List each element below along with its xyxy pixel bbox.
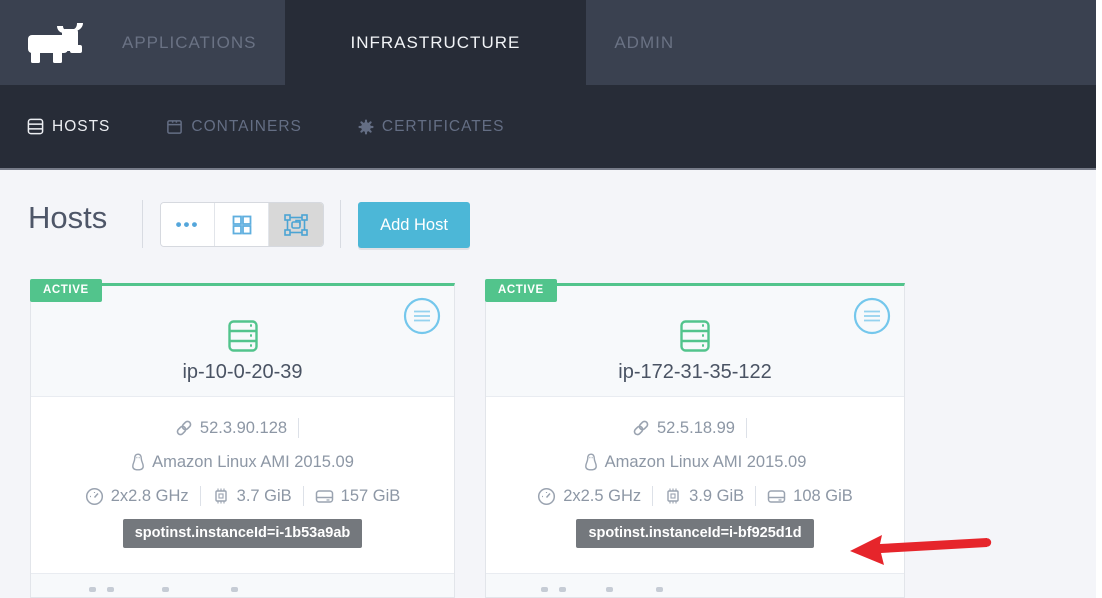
host-disk: 157 GiB [341,487,401,506]
host-card-footer [31,573,454,597]
host-cpu: 2x2.5 GHz [563,487,641,506]
row-separator [746,418,747,438]
cpu-gauge-icon [85,487,104,506]
status-badge: ACTIVE [485,279,557,302]
main-tabs: APPLICATIONS INFRASTRUCTURE ADMIN [94,0,702,85]
host-menu-button[interactable] [853,297,891,340]
containers-box-icon [166,118,183,135]
host-card-header: ip-10-0-20-39 [31,286,454,397]
clipped-text-fragment [231,587,238,592]
host-menu-button[interactable] [403,297,441,340]
disk-icon [315,488,334,505]
link-icon [632,419,650,437]
subnav-label: CONTAINERS [191,118,301,136]
host-card-details: 52.5.18.99 Amazon Linux AMI 2015.09 [486,397,904,548]
rancher-app: APPLICATIONS INFRASTRUCTURE ADMIN HOSTS [0,0,1096,598]
host-name[interactable]: ip-10-0-20-39 [31,361,454,384]
linux-icon [584,453,598,471]
clipped-text-fragment [541,587,548,592]
host-label-tag: spotinst.instanceId=i-bf925d1d [576,519,813,548]
host-name[interactable]: ip-172-31-35-122 [486,361,904,384]
host-label-row: spotinst.instanceId=i-bf925d1d [486,519,904,548]
host-os-row: Amazon Linux AMI 2015.09 [486,445,904,479]
memory-chip-icon [664,487,682,505]
tab-applications[interactable]: APPLICATIONS [94,0,285,85]
tab-admin[interactable]: ADMIN [586,0,702,85]
row-separator [200,486,201,506]
linux-icon [131,453,145,471]
host-ip: 52.3.90.128 [200,419,287,438]
row-separator [652,486,653,506]
host-specs-row: 2x2.8 GHz 3.7 GiB [31,479,454,513]
row-separator [755,486,756,506]
host-disk: 108 GiB [793,487,853,506]
subnav-item-certificates[interactable]: CERTIFICATES [358,118,505,136]
host-card-header: ip-172-31-35-122 [486,286,904,397]
subnav-item-containers[interactable]: CONTAINERS [166,118,301,136]
red-annotation-arrow-icon [846,527,996,572]
list-view-button[interactable]: ••• [161,203,215,246]
cpu-gauge-icon [537,487,556,506]
grid-view-icon [231,214,253,236]
clipped-text-fragment [656,587,663,592]
infrastructure-subnav: HOSTS CONTAINERS [0,85,1096,170]
host-os: Amazon Linux AMI 2015.09 [605,453,807,472]
host-specs-row: 2x2.5 GHz 3.9 GiB [486,479,904,513]
certificates-seal-icon [358,119,374,135]
host-server-icon [680,320,710,352]
host-card-footer [486,573,904,597]
host-card[interactable]: ACTIVE ip-172-31-35-122 [485,283,905,598]
list-view-dots-icon: ••• [176,220,200,230]
add-host-button[interactable]: Add Host [358,202,470,248]
subnav-label: HOSTS [52,118,110,136]
host-ip-row: 52.3.90.128 [31,411,454,445]
host-server-icon [228,320,258,352]
host-card-details: 52.3.90.128 Amazon Linux AMI 2015.09 [31,397,454,548]
clipped-text-fragment [89,587,96,592]
toolbar-divider [340,200,341,248]
rancher-logo-icon[interactable] [26,21,92,65]
host-label-row: spotinst.instanceId=i-1b53a9ab [31,519,454,548]
clipped-text-fragment [559,587,566,592]
machine-view-button[interactable] [269,203,323,246]
host-os: Amazon Linux AMI 2015.09 [152,453,354,472]
clipped-text-fragment [107,587,114,592]
host-ip: 52.5.18.99 [657,419,735,438]
host-ip-row: 52.5.18.99 [486,411,904,445]
host-memory: 3.9 GiB [689,487,744,506]
host-os-row: Amazon Linux AMI 2015.09 [31,445,454,479]
clipped-text-fragment [606,587,613,592]
row-separator [303,486,304,506]
hosts-server-icon [27,118,44,135]
tab-infrastructure[interactable]: INFRASTRUCTURE [285,0,587,85]
clipped-text-fragment [162,587,169,592]
grid-view-button[interactable] [215,203,269,246]
toolbar-divider [142,200,143,248]
disk-icon [767,488,786,505]
page-title: Hosts [28,200,107,236]
status-badge: ACTIVE [30,279,102,302]
link-icon [175,419,193,437]
view-toggle-group: ••• [160,202,324,247]
host-cpu: 2x2.8 GHz [111,487,189,506]
host-label-tag: spotinst.instanceId=i-1b53a9ab [123,519,363,548]
machine-view-icon [284,214,308,236]
host-memory: 3.7 GiB [237,487,292,506]
memory-chip-icon [212,487,230,505]
host-card[interactable]: ACTIVE ip-10-0-20-39 [30,283,455,598]
row-separator [298,418,299,438]
subnav-label: CERTIFICATES [382,118,505,136]
subnav-item-hosts[interactable]: HOSTS [27,118,110,136]
top-navbar: APPLICATIONS INFRASTRUCTURE ADMIN [0,0,1096,85]
